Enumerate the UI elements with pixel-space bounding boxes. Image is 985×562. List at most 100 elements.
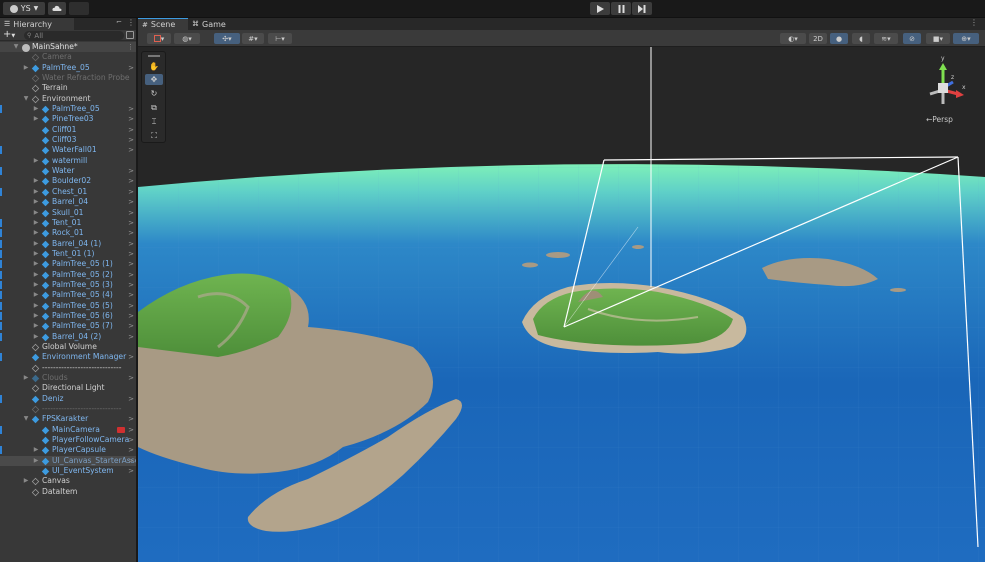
scene-visibility-icon[interactable] xyxy=(126,31,134,39)
hierarchy-row[interactable]: Cliff01 > xyxy=(0,125,136,135)
render-mode-dropdown[interactable]: ◐ ▾ xyxy=(780,33,806,44)
tab-scene[interactable]: # Scene xyxy=(138,18,188,30)
hierarchy-row[interactable]: ----------------------------- xyxy=(0,363,136,373)
hierarchy-row[interactable]: ▶ Clouds > xyxy=(0,373,136,383)
open-prefab-icon[interactable]: > xyxy=(128,280,134,290)
expanded-arrow-icon[interactable]: ▼ xyxy=(22,414,30,424)
open-prefab-icon[interactable]: > xyxy=(128,290,134,300)
collapsed-arrow-icon[interactable]: ▶ xyxy=(32,270,40,280)
expanded-arrow-icon[interactable]: ▼ xyxy=(12,42,20,52)
hierarchy-row[interactable]: Global Volume xyxy=(0,342,136,352)
hierarchy-row[interactable]: Water > xyxy=(0,166,136,176)
hierarchy-row[interactable]: ▶ Canvas xyxy=(0,476,136,486)
hierarchy-row[interactable]: Camera xyxy=(0,52,136,62)
collapsed-arrow-icon[interactable]: ▶ xyxy=(32,197,40,207)
hierarchy-row[interactable]: PlayerFollowCamera > xyxy=(0,435,136,445)
hierarchy-row[interactable]: ▶ Tent_01 (1) > xyxy=(0,249,136,259)
hierarchy-row[interactable]: ▶ PalmTree_05 (3) > xyxy=(0,280,136,290)
hierarchy-row[interactable]: ▶ Boulder02 > xyxy=(0,176,136,186)
add-button[interactable]: +▼ xyxy=(3,29,15,40)
collapsed-arrow-icon[interactable]: ▶ xyxy=(32,332,40,342)
open-prefab-icon[interactable]: > xyxy=(128,249,134,259)
effects-dropdown[interactable]: ≋ ▾ xyxy=(874,33,898,44)
pivot-dropdown[interactable]: ✣ ▾ xyxy=(214,33,240,44)
open-prefab-icon[interactable]: > xyxy=(128,425,134,435)
open-prefab-icon[interactable]: > xyxy=(128,104,134,114)
hierarchy-row[interactable]: ▶ Barrel_04 (1) > xyxy=(0,239,136,249)
collapsed-arrow-icon[interactable]: ▶ xyxy=(32,249,40,259)
blank-button[interactable] xyxy=(69,2,89,15)
collapsed-arrow-icon[interactable]: ▶ xyxy=(32,218,40,228)
collapsed-arrow-icon[interactable]: ▶ xyxy=(32,114,40,124)
hierarchy-row[interactable]: Cliff03 > xyxy=(0,135,136,145)
hierarchy-row[interactable]: ▶ PalmTree_05 > xyxy=(0,63,136,73)
open-prefab-icon[interactable]: > xyxy=(128,394,134,404)
hierarchy-row[interactable]: ▶ UI_Canvas_StarterAssetsInputs_Joysticks… xyxy=(0,455,136,467)
hierarchy-row[interactable]: Directional Light xyxy=(0,383,136,393)
open-prefab-icon[interactable]: > xyxy=(128,228,134,238)
hierarchy-row[interactable]: ▶ Skull_01 > xyxy=(0,208,136,218)
open-prefab-icon[interactable]: > xyxy=(128,208,134,218)
collapsed-arrow-icon[interactable]: ▶ xyxy=(32,187,40,197)
hierarchy-row[interactable]: ▶ Barrel_04 (2) > xyxy=(0,332,136,342)
kebab-icon[interactable]: ⋮ xyxy=(127,18,135,27)
step-button[interactable] xyxy=(632,2,652,15)
lock-icon[interactable]: ⌐ xyxy=(116,18,122,26)
collapsed-arrow-icon[interactable]: ▶ xyxy=(32,445,40,455)
grid-snap-dropdown[interactable]: # ▾ xyxy=(242,33,264,44)
collapsed-arrow-icon[interactable]: ▶ xyxy=(32,456,40,466)
tab-game[interactable]: ⌘ Game xyxy=(188,18,230,30)
open-prefab-icon[interactable]: > xyxy=(128,218,134,228)
hierarchy-row[interactable]: MainCamera > xyxy=(0,425,136,435)
collapsed-arrow-icon[interactable]: ▶ xyxy=(32,280,40,290)
collapsed-arrow-icon[interactable]: ▶ xyxy=(32,104,40,114)
transform-tool-button[interactable]: ⛶ xyxy=(145,130,163,141)
open-prefab-icon[interactable]: > xyxy=(128,125,134,135)
hierarchy-row[interactable]: ▶ Chest_01 > xyxy=(0,187,136,197)
open-prefab-icon[interactable]: > xyxy=(128,270,134,280)
open-prefab-icon[interactable]: > xyxy=(128,332,134,342)
hidden-objects-button[interactable]: ⊘ xyxy=(903,33,921,44)
open-prefab-icon[interactable]: > xyxy=(128,187,134,197)
hierarchy-row[interactable]: ▶ watermill xyxy=(0,156,136,166)
collapsed-arrow-icon[interactable]: ▶ xyxy=(32,259,40,269)
hierarchy-row[interactable]: ▶ PalmTree_05 (7) > xyxy=(0,321,136,331)
hierarchy-row[interactable]: ▶ PalmTree_05 (1) > xyxy=(0,259,136,269)
collapsed-arrow-icon[interactable]: ▶ xyxy=(22,476,30,486)
open-prefab-icon[interactable]: > xyxy=(128,352,134,362)
camera-settings-dropdown[interactable]: ■ ▾ xyxy=(926,33,950,44)
projection-toggle[interactable]: ←Persp xyxy=(926,115,953,124)
rect-tool-button[interactable]: ⌶ xyxy=(145,116,163,127)
hierarchy-row[interactable]: ▶ PalmTree_05 > xyxy=(0,104,136,114)
hierarchy-row[interactable]: ▶ Rock_01 > xyxy=(0,228,136,238)
hierarchy-row[interactable]: ▶ Barrel_04 > xyxy=(0,197,136,207)
hierarchy-row[interactable]: ▶ PalmTree_05 (6) > xyxy=(0,311,136,321)
collapsed-arrow-icon[interactable]: ▶ xyxy=(32,301,40,311)
hierarchy-row[interactable]: Terrain xyxy=(0,83,136,93)
gizmos-dropdown[interactable]: ⊕ ▾ xyxy=(953,33,979,44)
open-prefab-icon[interactable]: > xyxy=(128,135,134,145)
hierarchy-row[interactable]: WaterFall01 > xyxy=(0,145,136,155)
hierarchy-row[interactable]: ▼ Environment xyxy=(0,94,136,104)
hierarchy-row[interactable]: ----------------------------- xyxy=(0,404,136,414)
open-prefab-icon[interactable]: > xyxy=(128,373,134,383)
open-prefab-icon[interactable]: > xyxy=(128,456,134,466)
hierarchy-row[interactable]: ▼ FPSKarakter > xyxy=(0,414,136,424)
hierarchy-row[interactable]: ▶ PlayerCapsule > xyxy=(0,445,136,455)
collapsed-arrow-icon[interactable]: ▶ xyxy=(32,239,40,249)
open-prefab-icon[interactable]: > xyxy=(128,259,134,269)
account-dropdown[interactable]: YS ▼ xyxy=(3,2,45,15)
increment-snap-dropdown[interactable]: ⊢ ▾ xyxy=(268,33,292,44)
collapsed-arrow-icon[interactable]: ▶ xyxy=(32,228,40,238)
expanded-arrow-icon[interactable]: ▼ xyxy=(22,94,30,104)
collapsed-arrow-icon[interactable]: ▶ xyxy=(32,156,40,166)
hierarchy-row[interactable]: ▶ PalmTree_05 (4) > xyxy=(0,290,136,300)
hierarchy-row[interactable]: Environment Manager > xyxy=(0,352,136,362)
collapsed-arrow-icon[interactable]: ▶ xyxy=(32,176,40,186)
open-prefab-icon[interactable]: > xyxy=(128,301,134,311)
open-prefab-icon[interactable]: > xyxy=(128,176,134,186)
play-button[interactable] xyxy=(590,2,610,15)
scene-viewport[interactable]: ✋ ✥ ↻ ⧉ ⌶ ⛶ y x z ←Persp xyxy=(138,47,985,562)
open-prefab-icon[interactable]: > xyxy=(128,114,134,124)
hierarchy-row[interactable]: ▶ Tent_01 > xyxy=(0,218,136,228)
